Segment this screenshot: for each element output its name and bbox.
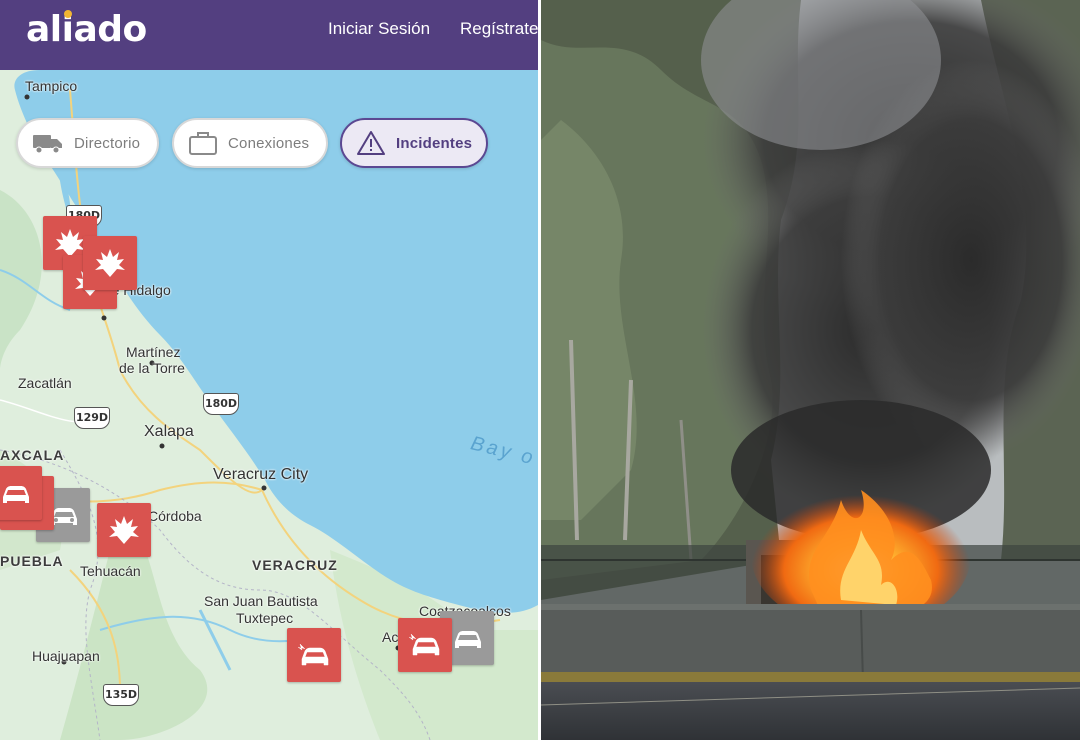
aliado-logo[interactable]: aliado <box>26 9 147 50</box>
map-label-martinez: Martínez <box>126 344 181 360</box>
screen: Tampico ica de Hidalgo Martínez de la To… <box>0 0 1080 740</box>
filter-incidents-label: Incidentes <box>396 134 473 152</box>
map-label-san-juan: San Juan Bautista <box>204 593 318 609</box>
truck-icon <box>33 135 62 154</box>
map-label-tlaxcala: AXCALA <box>0 447 65 463</box>
incident-marker-crash[interactable] <box>0 466 42 520</box>
map-label-huajuapan: Huajuapan <box>32 648 100 664</box>
incident-marker-fire[interactable] <box>83 236 137 290</box>
fire-icon <box>109 516 139 544</box>
incident-marker-crash[interactable] <box>287 628 341 682</box>
incident-marker-crash[interactable] <box>398 618 452 672</box>
map-label-cordoba: Córdoba <box>148 508 202 524</box>
top-navbar: aliado Iniciar Sesión Regístrate <box>0 0 538 70</box>
map-label-veracruz: VERACRUZ <box>252 557 338 573</box>
fire-icon <box>95 249 125 277</box>
map-label-tehuacan: Tehuacán <box>80 563 141 579</box>
map-label-tuxtepec: Tuxtepec <box>236 610 294 626</box>
incident-marker-fire[interactable] <box>97 503 151 557</box>
incident-photo <box>541 0 1080 740</box>
map-label-martinez-2: de la Torre <box>119 360 185 376</box>
map-label-tampico: Tampico <box>25 78 78 94</box>
car-crash-icon <box>408 633 440 656</box>
filter-directory-button[interactable]: Directorio <box>16 118 159 168</box>
app-panel: Tampico ica de Hidalgo Martínez de la To… <box>0 0 538 740</box>
car-crash-icon <box>3 486 29 503</box>
logo-dot <box>64 10 72 18</box>
car-crash-icon <box>455 631 481 648</box>
filter-connections-button[interactable]: Conexiones <box>172 118 328 168</box>
highway-shield: 129D <box>74 407 110 429</box>
highway-shield: 180D <box>203 393 239 415</box>
briefcase-icon <box>189 132 217 155</box>
highway-shield: 135D <box>103 684 139 706</box>
login-link[interactable]: Iniciar Sesión <box>328 19 430 39</box>
map-label-acayucan: Ac <box>382 629 399 645</box>
map-label-puebla: PUEBLA <box>0 553 64 569</box>
filter-directory-label: Directorio <box>74 134 141 152</box>
car-crash-icon <box>297 643 329 666</box>
map-label-xalapa: Xalapa <box>144 423 194 440</box>
map-label-veracruz-city: Veracruz City <box>213 466 309 483</box>
filter-incidents-button[interactable]: Incidentes <box>340 118 488 168</box>
filter-connections-label: Conexiones <box>228 134 310 152</box>
register-link[interactable]: Regístrate <box>460 19 538 39</box>
warning-icon <box>357 131 385 155</box>
burning-truck-photo <box>541 0 1080 740</box>
map-label-zacatlan: Zacatlán <box>18 375 72 391</box>
